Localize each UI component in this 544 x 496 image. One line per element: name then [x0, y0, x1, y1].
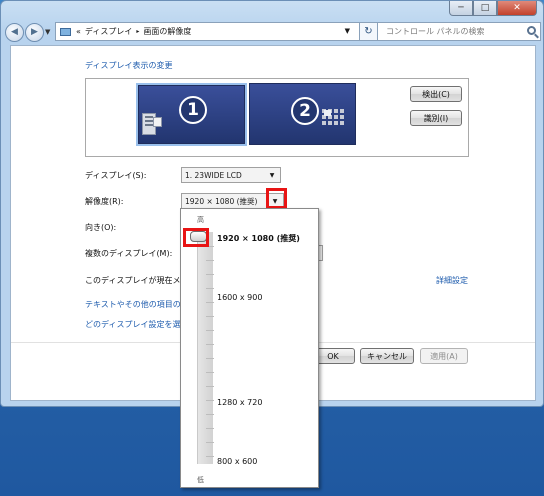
breadcrumb-resolution: 画面の解像度: [143, 27, 192, 36]
forward-button[interactable]: ▶: [25, 22, 44, 42]
monitor-2[interactable]: 2: [249, 83, 356, 145]
orientation-label: 向き(O):: [85, 223, 117, 232]
slider-thumb-highlight: [183, 228, 209, 247]
monitor-1[interactable]: 1: [138, 85, 245, 144]
resolution-select-value: 1920 × 1080 (推奨): [185, 196, 258, 206]
refresh-button[interactable]: ↻: [359, 22, 378, 41]
close-button[interactable]: ✕: [497, 1, 537, 16]
address-bar[interactable]: « ディスプレイ ▸ 画面の解像度 ▼: [55, 22, 369, 41]
maximize-button[interactable]: □: [473, 1, 497, 16]
breadcrumb-overflow[interactable]: «: [76, 27, 81, 36]
multiple-displays-label: 複数のディスプレイ(M):: [85, 249, 173, 258]
display-settings-help-link[interactable]: どのディスプレイ設定を選: [85, 319, 180, 330]
resolution-slider-popup: 高 1920 × 1080 (推奨) 1600 x 900 1280 x 720…: [180, 208, 319, 488]
resolution-option-1920[interactable]: 1920 × 1080 (推奨): [217, 233, 300, 244]
chevron-down-icon: ▼: [269, 171, 275, 179]
back-arrow-icon: ◀: [11, 27, 18, 37]
current-display-text: このディスプレイが現在メ: [85, 276, 181, 285]
detect-button[interactable]: 検出(C): [410, 86, 462, 102]
low-label: 低: [197, 476, 204, 484]
window-controls: ─ □ ✕: [449, 1, 537, 16]
search-input[interactable]: コントロール パネルの検索: [377, 22, 541, 41]
display-select[interactable]: 1. 23WIDE LCD ▼: [181, 167, 281, 183]
apply-button[interactable]: 適用(A): [420, 348, 468, 364]
forward-arrow-icon: ▶: [31, 27, 38, 37]
advanced-settings-link[interactable]: 詳細設定: [436, 275, 468, 286]
text-size-link[interactable]: テキストやその他の項目の: [85, 299, 181, 310]
search-icon[interactable]: [527, 26, 536, 35]
display-label: ディスプレイ(S):: [85, 171, 147, 180]
resolution-slider-track[interactable]: [197, 232, 214, 464]
resolution-option-800[interactable]: 800 x 600: [217, 457, 257, 466]
display-icon: [60, 27, 71, 36]
mini-panel-icon: [324, 110, 331, 116]
cancel-button[interactable]: キャンセル: [360, 348, 414, 364]
breadcrumb-display[interactable]: ディスプレイ: [85, 26, 132, 37]
monitor-number-2: 2: [291, 97, 319, 125]
dropdown-highlight: [266, 188, 287, 209]
refresh-icon: ↻: [364, 26, 373, 37]
navigation-bar: ◀ ▶ ▼ « ディスプレイ ▸ 画面の解像度 ▼ ↻ コントロール パネルの検…: [5, 21, 541, 43]
resolution-option-1600[interactable]: 1600 x 900: [217, 293, 262, 302]
page-title: ディスプレイ表示の変更: [85, 61, 173, 70]
breadcrumb-separator-icon[interactable]: ▸: [136, 28, 139, 35]
address-dropdown-icon[interactable]: ▼: [345, 27, 350, 35]
high-label: 高: [197, 216, 204, 224]
mini-dialog-icon: [153, 117, 162, 127]
identify-button[interactable]: 識別(I): [410, 110, 462, 126]
resolution-option-1280[interactable]: 1280 x 720: [217, 398, 262, 407]
history-dropdown-icon[interactable]: ▼: [45, 28, 54, 36]
resolution-label: 解像度(R):: [85, 197, 124, 206]
back-button[interactable]: ◀: [5, 22, 24, 42]
minimize-button[interactable]: ─: [449, 1, 473, 16]
search-placeholder: コントロール パネルの検索: [386, 27, 485, 36]
monitor-number-1: 1: [179, 96, 207, 124]
display-select-value: 1. 23WIDE LCD: [185, 170, 242, 180]
